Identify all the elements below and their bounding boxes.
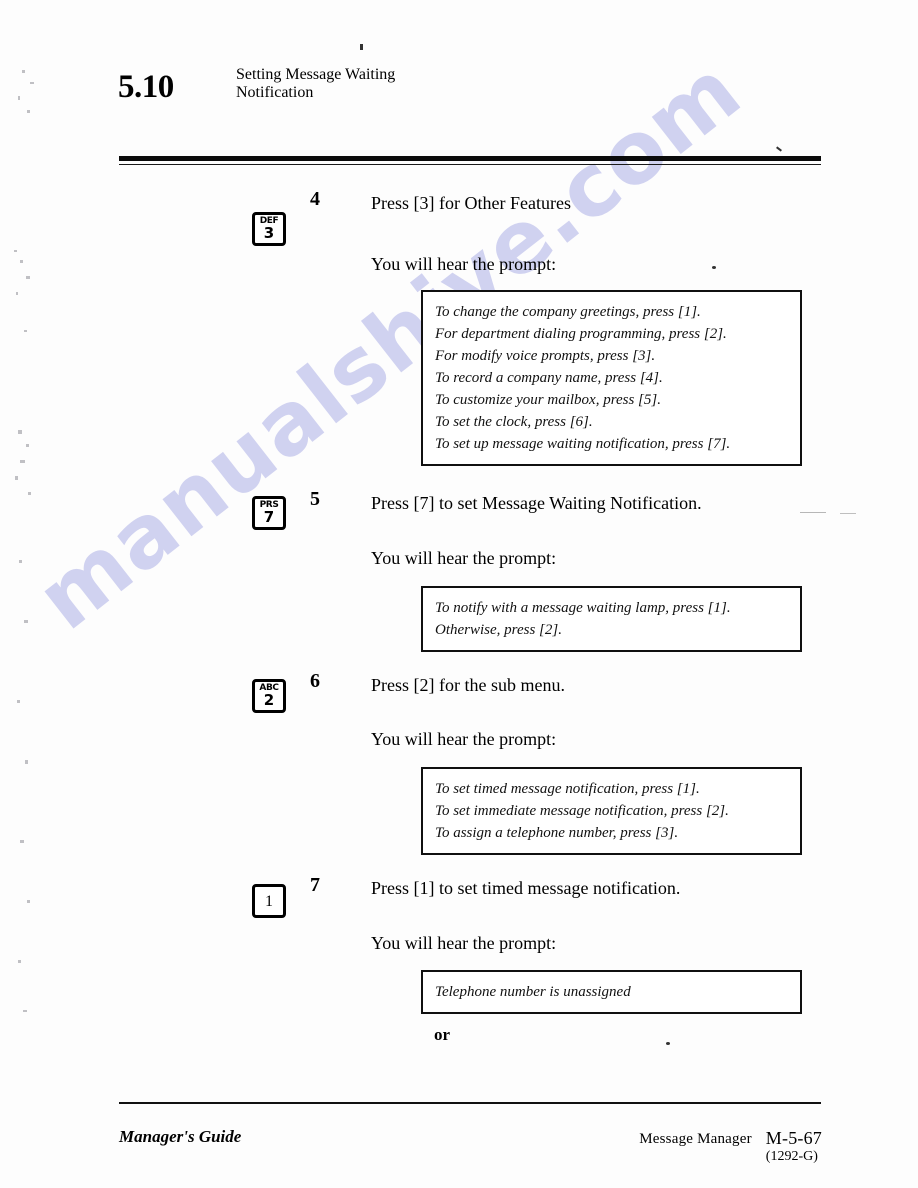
prompt-box: Telephone number is unassigned — [421, 970, 802, 1014]
footer-rule — [119, 1102, 821, 1104]
header-rule-thick — [119, 156, 821, 161]
heading-title-line2: Notification — [236, 84, 314, 101]
prompt-line: For department dialing programming, pres… — [435, 326, 727, 342]
step-instruction: Press [2] for the sub menu. — [371, 675, 565, 695]
step-number: 7 — [310, 874, 320, 896]
document-page: manualshive.com 5.10 Setting Message Wai… — [0, 0, 918, 1188]
keypad-digit: 2 — [263, 690, 275, 709]
prompt-line: To set immediate message notification, p… — [435, 803, 729, 819]
prompt-line: To set up message waiting notification, … — [435, 436, 731, 452]
prompt-line: To notify with a message waiting lamp, p… — [435, 600, 731, 616]
or-separator-label: or — [434, 1025, 451, 1044]
prompt-line: Otherwise, press [2]. — [435, 622, 562, 638]
keypad-digit: 1 — [265, 892, 273, 910]
step-hear-prompt-label: You will hear the prompt: — [371, 729, 557, 749]
footer-page-number: M-5-67 — [765, 1128, 822, 1148]
prompt-line: To set timed message notification, press… — [435, 781, 700, 797]
step-hear-prompt-label: You will hear the prompt: — [371, 548, 557, 568]
prompt-box: To notify with a message waiting lamp, p… — [421, 586, 802, 652]
step-instruction: Press [1] to set timed message notificat… — [371, 878, 681, 898]
keypad-icon-3: DEF 3 — [252, 212, 286, 246]
step-hear-prompt-label: You will hear the prompt: — [371, 254, 557, 274]
page-heading: 5.10 Setting Message Waiting Notificatio… — [118, 66, 818, 108]
step-number: 5 — [310, 488, 320, 510]
footer-revision-code: (1292-G) — [765, 1149, 818, 1164]
prompt-line: To assign a telephone number, press [3]. — [435, 825, 679, 841]
header-rule-thin — [119, 164, 821, 165]
prompt-box: To change the company greetings, press [… — [421, 290, 802, 466]
prompt-line: For modify voice prompts, press [3]. — [435, 348, 656, 364]
footer-guide-title: Manager's Guide — [119, 1127, 242, 1146]
prompt-line: To change the company greetings, press [… — [435, 304, 701, 320]
prompt-line: To record a company name, press [4]. — [435, 370, 663, 386]
heading-section-number: 5.10 — [118, 69, 174, 105]
prompt-line: To set the clock, press [6]. — [435, 414, 593, 430]
keypad-digit: 3 — [263, 223, 275, 242]
keypad-digit: 7 — [263, 507, 275, 526]
keypad-icon-1: 1 — [252, 884, 286, 918]
step-number: 4 — [310, 188, 320, 210]
page-content: 5.10 Setting Message Waiting Notificatio… — [0, 0, 918, 1188]
footer-code-group: M-5-67 (1292-G) — [766, 1128, 822, 1165]
heading-title-line1: Setting Message Waiting — [236, 66, 396, 83]
prompt-line: Telephone number is unassigned — [435, 984, 631, 1000]
heading-title: Setting Message Waiting Notification — [236, 66, 395, 102]
footer-right-group: Message Manager M-5-67 (1292-G) — [639, 1128, 822, 1165]
prompt-line: To customize your mailbox, press [5]. — [435, 392, 661, 408]
prompt-box: To set timed message notification, press… — [421, 767, 802, 855]
step-instruction: Press [7] to set Message Waiting Notific… — [371, 493, 702, 513]
step-hear-prompt-label: You will hear the prompt: — [371, 933, 557, 953]
step-instruction: Press [3] for Other Features — [371, 193, 571, 213]
keypad-icon-2: ABC 2 — [252, 679, 286, 713]
keypad-icon-7: PRS 7 — [252, 496, 286, 530]
step-number: 6 — [310, 670, 320, 692]
footer-product-name: Message Manager — [639, 1131, 752, 1147]
